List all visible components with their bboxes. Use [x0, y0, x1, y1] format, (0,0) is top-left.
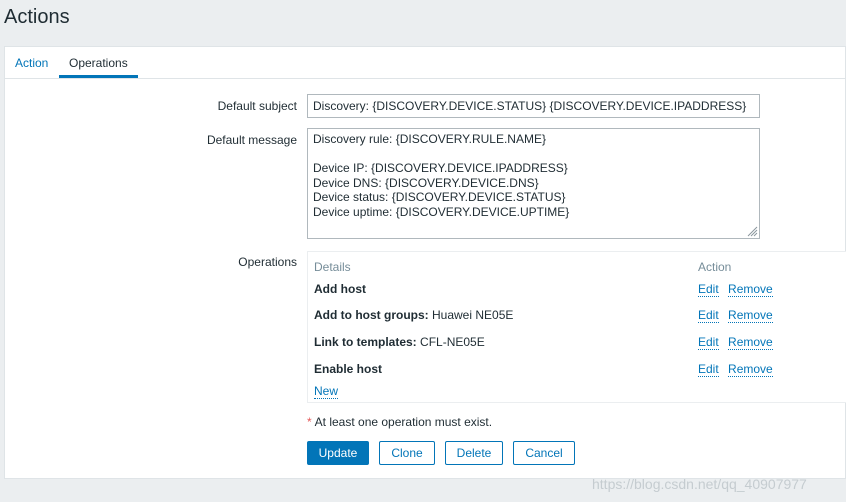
tab-action[interactable]: Action — [15, 56, 48, 70]
default-subject-label: Default subject — [217, 99, 297, 113]
remove-link[interactable]: Remove — [728, 362, 773, 377]
operations-table: Details Action Add host Edit Remove Add … — [307, 251, 846, 403]
tab-operations[interactable]: Operations — [69, 56, 128, 70]
message-line: Device IP: {DISCOVERY.DEVICE.IPADDRESS} — [313, 161, 568, 175]
edit-link[interactable]: Edit — [698, 282, 719, 297]
active-tab-indicator — [59, 75, 138, 78]
default-message-label: Default message — [206, 133, 297, 147]
table-row: Add host Edit Remove — [314, 282, 834, 298]
table-row: Add to host groups: Huawei NE05E Edit Re… — [314, 308, 834, 324]
resize-handle-icon[interactable] — [746, 225, 758, 237]
page-title: Actions — [4, 6, 70, 28]
remove-link[interactable]: Remove — [728, 282, 773, 297]
operation-label: Link to templates: — [314, 335, 417, 349]
message-line: Discovery rule: {DISCOVERY.RULE.NAME} — [313, 132, 546, 146]
operation-value: Huawei NE05E — [432, 308, 514, 322]
remove-link[interactable]: Remove — [728, 308, 773, 323]
update-button[interactable]: Update — [307, 441, 369, 465]
operation-value: CFL-NE05E — [420, 335, 485, 349]
default-subject-input[interactable]: Discovery: {DISCOVERY.DEVICE.STATUS} {DI… — [307, 94, 760, 118]
remove-link[interactable]: Remove — [728, 335, 773, 350]
operation-label: Enable host — [314, 362, 383, 376]
table-row: Link to templates: CFL-NE05E Edit Remove — [314, 335, 834, 351]
column-header-details: Details — [314, 260, 351, 274]
required-star: * — [307, 415, 312, 429]
message-line: Device DNS: {DISCOVERY.DEVICE.DNS} — [313, 175, 539, 190]
message-line: Device status: {DISCOVERY.DEVICE.STATUS} — [313, 190, 566, 204]
clone-button[interactable]: Clone — [379, 441, 435, 465]
new-operation-link[interactable]: New — [314, 384, 339, 399]
operation-label: Add host — [314, 282, 366, 296]
delete-button[interactable]: Delete — [445, 441, 503, 465]
operation-label: Add to host groups: — [314, 308, 429, 322]
action-form-panel: Action Operations Default subject Discov… — [4, 46, 846, 479]
table-row: Enable host Edit Remove — [314, 362, 834, 378]
edit-link[interactable]: Edit — [698, 308, 719, 323]
required-note: * At least one operation must exist. — [307, 415, 492, 429]
tab-bar: Action Operations — [5, 47, 845, 79]
edit-link[interactable]: Edit — [698, 362, 719, 377]
column-header-action: Action — [698, 260, 732, 274]
watermark: https://blog.csdn.net/qq_40907977 — [592, 476, 807, 492]
cancel-button[interactable]: Cancel — [513, 441, 575, 465]
message-line: Device uptime: {DISCOVERY.DEVICE.UPTIME} — [313, 204, 570, 219]
edit-link[interactable]: Edit — [698, 335, 719, 350]
required-note-text: At least one operation must exist. — [314, 415, 493, 429]
message-line — [313, 147, 754, 162]
operations-label: Operations — [238, 255, 297, 269]
default-message-textarea[interactable]: Discovery rule: {DISCOVERY.RULE.NAME} De… — [307, 128, 760, 239]
